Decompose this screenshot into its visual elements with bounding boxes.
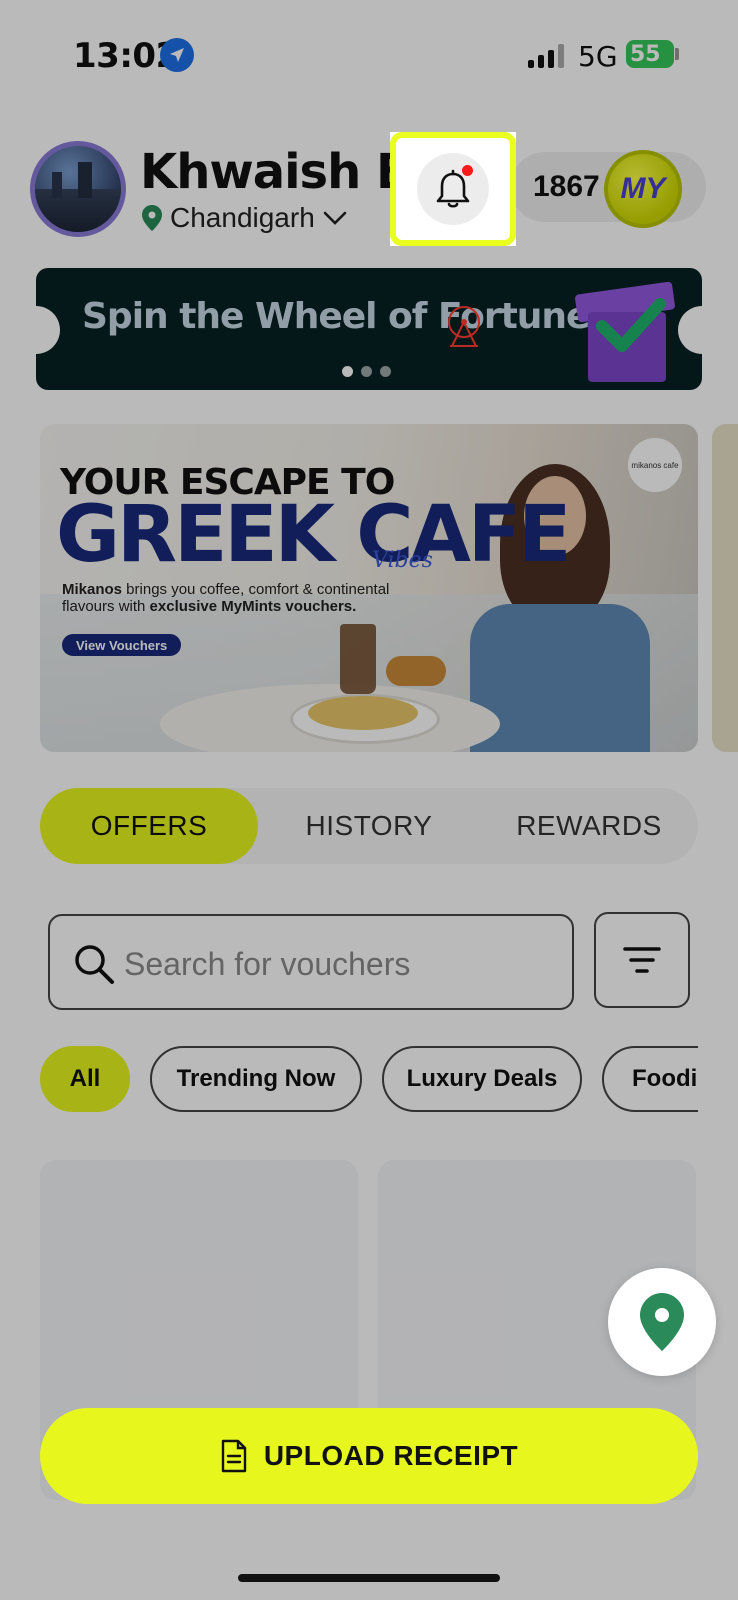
avatar[interactable] [30,141,126,237]
status-bar: 13:02 5G 55 [0,0,738,110]
cellular-signal-icon [528,44,564,68]
notification-dot [462,165,473,176]
search-input[interactable] [124,940,544,988]
carousel-dots [342,366,391,377]
tab-history[interactable]: HISTORY [262,788,476,864]
upload-receipt-button[interactable]: UPLOAD RECEIPT [40,1408,698,1504]
chip-luxury-deals[interactable]: Luxury Deals [382,1046,582,1112]
ticket-notch-right [678,306,702,354]
tab-offers[interactable]: OFFERS [40,788,258,864]
location-services-icon [160,38,194,72]
promo-script-text: Vibes [372,548,433,573]
promo-banner[interactable]: YOUR ESCAPE TO GREEK CAFE Vibes Mikanos … [40,424,698,752]
notification-highlight[interactable] [390,132,516,246]
receipt-icon [221,1439,247,1473]
chip-all[interactable]: All [40,1046,130,1112]
search-icon [75,945,114,984]
next-banner-peek[interactable] [712,424,738,752]
map-pin-icon [640,1293,684,1351]
chevron-down-icon [323,211,347,225]
tab-rewards[interactable]: REWARDS [480,788,698,864]
filter-icon [623,947,661,973]
battery-indicator: 55 [626,40,674,68]
promo-title: GREEK CAFE [56,490,571,580]
checkmark-icon [596,298,666,352]
location-selector[interactable]: Chandigarh [142,202,347,234]
filter-button[interactable] [594,912,690,1008]
user-name: Khwaish Bhasin [140,144,390,200]
coins-balance: 1867 [533,170,600,203]
notifications-button[interactable] [417,153,489,225]
chip-trending-now[interactable]: Trending Now [150,1046,362,1112]
location-pin-icon [142,205,162,231]
spin-banner-text: Spin the Wheel of Fortune! [82,296,606,337]
network-type: 5G [578,40,618,73]
view-vouchers-button[interactable]: View Vouchers [62,634,182,656]
battery-tip [675,48,679,60]
mymints-coin-icon: MY [604,150,682,228]
ticket-notch-left [36,306,60,354]
category-chips: All Trending Now Luxury Deals Foodie [40,1046,698,1114]
upload-receipt-label: UPLOAD RECEIPT [263,1440,519,1471]
mikanos-logo: mikanos cafe [628,438,682,492]
promo-description: Mikanos brings you coffee, comfort & con… [62,581,390,615]
map-button[interactable] [608,1268,716,1376]
location-city: Chandigarh [170,202,315,233]
ferris-wheel-icon [448,306,480,347]
spin-wheel-banner[interactable]: Spin the Wheel of Fortune! [36,268,702,390]
home-indicator[interactable] [238,1574,500,1582]
chip-foodie[interactable]: Foodie [602,1046,698,1112]
